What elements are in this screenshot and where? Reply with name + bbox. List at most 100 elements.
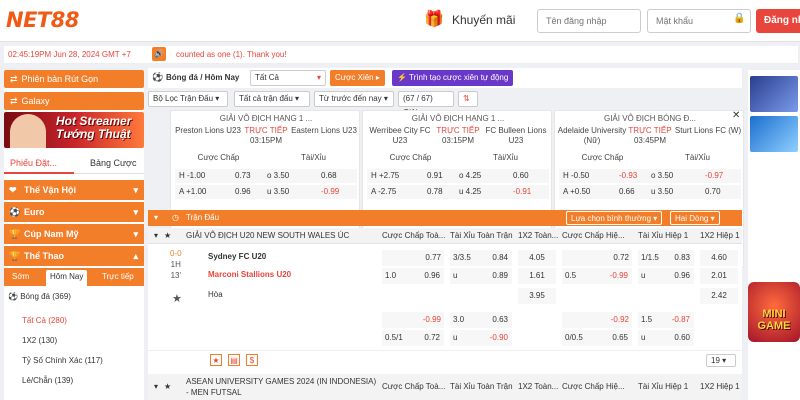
username-input[interactable] [537,9,641,33]
sport-title: Bóng đá / Hôm Nay [166,73,240,82]
streamer-avatar [10,114,46,148]
odds-cell[interactable]: u 0.96 [638,268,694,284]
odds-cell[interactable]: 0.5 -0.99 [562,268,632,284]
list-item[interactable]: Tất Cả (280) [22,316,67,325]
odds-cell[interactable]: 0.72 [562,250,632,266]
odds-cell[interactable]: u 0.89 [450,268,512,284]
odds-cell[interactable]: 4.05 [518,250,556,266]
market-select[interactable]: Tất Cả ▾ [250,70,326,86]
odds-row[interactable]: H +2.75 0.91 o 4.25 0.60 [367,169,549,183]
odds-cell[interactable]: -0.92 [562,312,632,328]
odds-cell[interactable]: 0.77 [382,250,444,266]
odds-cell[interactable]: 4.60 [700,250,738,266]
chevron-down-icon: ▾ [133,229,138,239]
lock-icon: 🔒 [733,13,746,24]
odds-row[interactable]: A -2.75 0.78 u 4.25 -0.91 [367,185,549,199]
category-copa[interactable]: 🏆 Cúp Nam Mỹ ▾ [4,224,144,244]
tab-live[interactable]: Trực tiếp [102,272,134,281]
list-item[interactable]: 1X2 (130) [22,336,57,345]
trophy-icon: 🏆 [9,229,21,239]
streamer-banner[interactable]: Hot Streamer Tướng Thuật [4,112,144,148]
promotions-link[interactable]: Khuyến mãi [452,13,515,27]
promo-thumbnail[interactable] [750,116,798,152]
odds-cell[interactable]: u -0.90 [450,330,512,346]
odds-cell[interactable]: 1.61 [518,268,556,284]
odds-cell[interactable]: 3.0 0.63 [450,312,512,328]
lines-select[interactable]: Hai Dòng ▾ [670,211,720,225]
chevron-down-icon: ▾ [133,185,138,195]
promo-thumbnail[interactable] [750,76,798,112]
tab-today[interactable]: Hôm Nay [46,270,88,286]
sort-order-icon[interactable]: ⇅ [458,91,478,107]
gift-icon[interactable]: 🎁 [424,9,444,29]
collapse-icon[interactable]: ▾ [154,210,158,226]
stats-icon[interactable]: ▤ [228,354,240,366]
sort-select[interactable]: Từ trước đến nay ▾ [314,91,394,107]
soccer-ball-icon: ⚽ [9,207,21,217]
over-under-header: Tài/Xỉu [685,153,710,162]
odds-cell[interactable]: 2.42 [700,288,738,304]
odds-row[interactable]: A +1.00 0.96 u 3.50 -0.99 [175,185,357,199]
over-under-header: Tài/Xỉu [301,153,326,162]
star-icon[interactable]: ★ [164,382,171,391]
category-olympics[interactable]: ❤ Thế Vận Hội ▾ [4,180,144,200]
list-item[interactable]: Tỷ Số Chính Xác (117) [22,356,103,365]
odds-cell[interactable]: 0/0.5 0.65 [562,330,632,346]
odds-cell[interactable]: 3/3.5 0.84 [450,250,512,266]
odds-cell[interactable]: u 0.60 [638,330,694,346]
handicap-header: Cược Chấp [581,153,624,162]
sport-soccer[interactable]: ⚽ Bóng đá (369) [8,292,71,301]
category-euro[interactable]: ⚽ Euro ▾ [4,202,144,222]
close-icon[interactable]: ✕ [732,110,740,121]
draw-label: Hòa [208,290,223,299]
collapse-icon[interactable]: ▾ [154,228,158,244]
odds-cell[interactable]: 2.01 [700,268,738,284]
brand-logo[interactable]: NET88 [6,8,79,32]
tab-early[interactable]: Sớm [12,272,29,281]
compact-version-label: Phiên bản Rút Gọn [21,74,99,84]
left-sidebar: ⇄ Phiên bản Rút Gọn ⇄ Galaxy Hot Streamer … [4,70,144,400]
collapse-icon[interactable]: ▾ [154,382,158,391]
odds-cell[interactable]: 1.0 0.96 [382,268,444,284]
odds-row[interactable]: H -1.00 0.73 o 3.50 0.68 [175,169,357,183]
parlay-button[interactable]: Cược Xiên ▸ [330,70,385,86]
chevron-down-icon: ▾ [133,207,138,217]
league-name: GIẢI VÔ ĐỊCH U20 NEW SOUTH WALES ÚC [186,231,350,240]
odds-cell[interactable]: 1/1.5 0.83 [638,250,694,266]
sport-period-tabs: Sớm Hôm Nay Trực tiếp [4,268,144,286]
odds-cell[interactable]: -0.99 [382,312,444,328]
category-sports[interactable]: 🏆 Thể Thao ▴ [4,246,144,266]
more-markets-button[interactable]: 19 ▾ [706,354,736,367]
odds-row[interactable]: A +0.50 0.66 u 3.50 0.70 [559,185,741,199]
handicap-header: Cược Chấp [197,153,240,162]
league-filter-select[interactable]: Bộ Lọc Trận Đấu ▾ [148,91,228,107]
compact-version-button[interactable]: ⇄ Phiên bản Rút Gọn [4,70,144,88]
all-matches-select[interactable]: Tất cả trận đấu ▾ [234,91,310,107]
away-team: FC Bulleen Lions U23 [485,126,547,145]
column-header: Cược Chấp Hiệ... [562,231,625,240]
galaxy-button[interactable]: ⇄ Galaxy [4,92,144,110]
odds-cell[interactable]: 0.5/1 0.72 [382,330,444,346]
odds-cell[interactable]: 1.5 -0.87 [638,312,694,328]
league-count[interactable]: (67 / 67) Giải [398,91,454,117]
star-icon[interactable]: ★ [164,228,171,244]
star-icon[interactable]: ★ [172,292,182,305]
login-button[interactable]: Đăng nh [756,9,800,33]
display-mode-select[interactable]: Lựa chọn bình thường ▾ [566,211,663,225]
filter-bar: Bộ Lọc Trận Đấu ▾ Tất cả trận đấu ▾ Từ t… [148,90,742,117]
tab-bet-table[interactable]: Bảng Cược [90,158,136,168]
matches-section-header: ▾ ◷ Trận Đấu Lựa chọn bình thường ▾ Hai … [148,210,742,226]
column-header: Cược Chấp Hiệ... [562,382,625,391]
tab-betslip[interactable]: Phiếu Đặt... [10,158,57,168]
odds-row[interactable]: H -0.50 -0.93 o 3.50 -0.97 [559,169,741,183]
away-team: Eastern Lions U23 [291,126,357,135]
odds-cell[interactable]: 3.95 [518,288,556,304]
list-item[interactable]: Lẻ/Chẵn (139) [22,376,73,385]
clock-icon: ◷ [172,213,179,222]
parlay-creator-button[interactable]: ⚡ Trình tạo cược xiên tự động [392,70,514,86]
chevron-up-icon: ▴ [133,251,138,261]
favorite-icon[interactable]: ★ [210,354,222,366]
sport-count: (369) [52,292,71,301]
mini-game-button[interactable]: MINI GAME [748,282,800,342]
cashout-icon[interactable]: $ [246,354,258,366]
